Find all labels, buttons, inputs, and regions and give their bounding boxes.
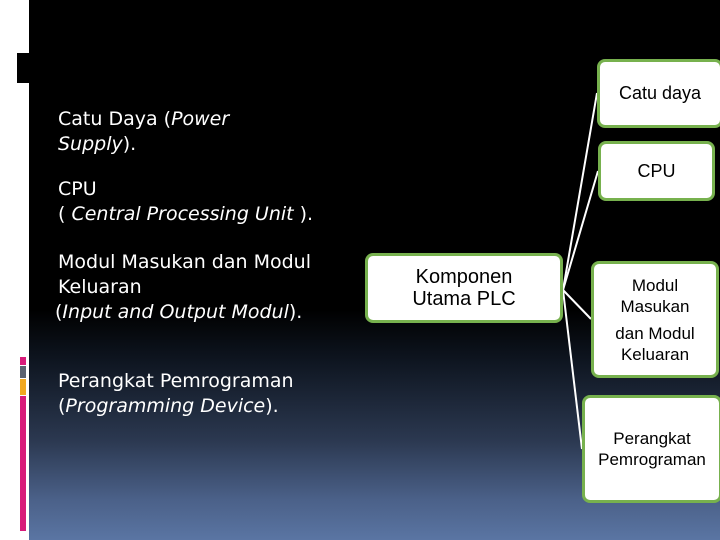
node-label-line: Utama PLC [412, 288, 516, 310]
node-label-line: dan Modul [615, 323, 695, 343]
node-label-line: Masukan [620, 296, 690, 316]
node-label-line: Catu daya [618, 83, 702, 103]
node-modul-masukan-keluaran: Modul Masukan dan Modul Keluaran [591, 261, 719, 378]
connector-to-modul [562, 289, 592, 320]
node-catu-daya: Catu daya [597, 59, 720, 128]
node-label-line: Komponen [415, 266, 513, 288]
node-label-line: Pemrograman [598, 450, 706, 469]
node-label-line: Perangkat [613, 429, 691, 448]
connector-to-perangkat [562, 289, 583, 450]
node-perangkat-pemrograman: Perangkat Pemrograman [582, 395, 720, 503]
node-label-line: Keluaran [620, 344, 690, 364]
node-label-line: CPU [637, 160, 676, 181]
node-label-line: Modul [631, 275, 679, 295]
node-komponen-utama-plc: Komponen Utama PLC [365, 253, 563, 323]
node-cpu: CPU [598, 141, 715, 201]
